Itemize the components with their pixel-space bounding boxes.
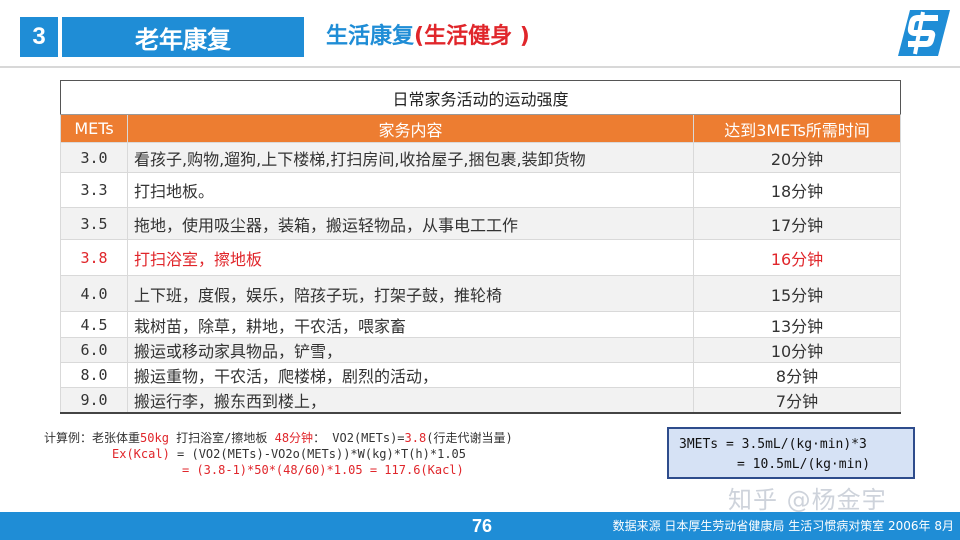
row-time: 17分钟 [692,207,902,240]
row-mets: 6.0 [60,337,128,363]
data-source: 数据来源 日本厚生劳动省健康局 生活习惯病对策室 2006年 8月 [612,519,954,533]
mets-table: 日常家务活动的运动强度 METs 家务内容 达到3METs所需时间 3.0 看孩… [59,80,902,414]
row-content: 看孩子,购物,遛狗,上下楼梯,打扫房间,收拾屋子,捆包裹,装卸货物 [127,142,694,173]
formula-line-2: = 10.5mL/(kg·min) [737,457,871,472]
row-content: 拖地，使用吸尘器，装箱，搬运轻物品，从事电工工作 [127,207,694,240]
calc-prefix: 计算例：老张体重 [44,431,141,445]
row-time: 13分钟 [692,311,902,338]
row-time: 10分钟 [692,337,902,363]
page-subtitle: 生活康复(生活健身 ) [326,20,530,54]
row-mets: 4.5 [60,311,128,338]
row-content: 搬运重物，干农活，爬楼梯，剧烈的活动， [127,362,694,388]
row-mets: 3.5 [60,207,128,240]
row-mets: 4.0 [60,275,128,312]
calc-duration: 48分钟 [274,431,314,445]
mets-formula-box: 3METs = 3.5mL/(kg·min)*3 = 10.5mL/(kg·mi… [667,427,915,479]
table-row: 4.5 栽树苗，除草，耕地，干农活，喂家畜 13分钟 [60,311,902,338]
calc-ex-label: Ex(Kcal) [112,447,170,461]
row-content: 栽树苗，除草，耕地，干农活，喂家畜 [127,311,694,338]
row-time: 18分钟 [692,172,902,208]
table-row: 3.3 打扫地板。 18分钟 [60,172,902,208]
row-content: 搬运或移动家具物品，铲雪， [127,337,694,363]
calc-line-1: 计算例：老张体重50kg 打扫浴室/擦地板 48分钟： VO2(METs)=3.… [44,430,513,446]
row-content: 搬运行李，搬东西到楼上， [127,387,694,414]
section-title: 老年康复 [62,17,304,57]
calc-note: (行走代谢当量) [426,431,513,445]
row-mets: 8.0 [60,362,128,388]
watermark: 知乎 @杨金宇 [728,486,887,514]
table-row: 6.0 搬运或移动家具物品，铲雪， 10分钟 [60,337,902,363]
row-time: 8分钟 [692,362,902,388]
row-time: 7分钟 [692,387,902,414]
calc-mets-value: 3.8 [404,431,427,445]
row-content: 打扫地板。 [127,172,694,208]
subtitle-main: 生活康复 [326,24,415,49]
row-content: 上下班，度假，娱乐，陪孩子玩，打架子鼓，推轮椅 [127,275,694,312]
header-content: 家务内容 [127,114,694,143]
calc-weight: 50kg [140,431,169,445]
calc-line-3: = (3.8-1)*50*(48/60)*1.05 = 117.6(Kacl) [182,463,464,477]
table-header-row: METs 家务内容 达到3METs所需时间 [60,114,902,143]
table-row: 4.0 上下班，度假，娱乐，陪孩子玩，打架子鼓，推轮椅 15分钟 [60,275,902,312]
subtitle-highlight: (生活健身 ) [414,24,530,49]
header-time: 达到3METs所需时间 [692,114,902,143]
row-time: 15分钟 [692,275,902,312]
row-mets: 9.0 [60,387,128,414]
row-mets: 3.8 [60,239,128,276]
section-number: 3 [20,17,58,57]
table-row: 3.0 看孩子,购物,遛狗,上下楼梯,打扫房间,收拾屋子,捆包裹,装卸货物 20… [60,142,902,173]
calc-line-2: Ex(Kcal) = (VO2(METs)-VO2o(METs))*W(kg)*… [44,446,513,462]
calc-formula: = (VO2(METs)-VO2o(METs))*W(kg)*T(h)*1.05 [169,447,467,461]
table-row-highlight: 3.8 打扫浴室，擦地板 16分钟 [60,239,902,276]
table-row: 8.0 搬运重物，干农活，爬楼梯，剧烈的活动， 8分钟 [60,362,902,388]
row-mets: 3.3 [60,172,128,208]
table-caption: 日常家务活动的运动强度 [59,80,902,115]
calc-activity: 打扫浴室/擦地板 [168,431,275,445]
header-divider [0,66,960,68]
table-row: 9.0 搬运行李，搬东西到楼上， 7分钟 [60,387,902,414]
row-time: 16分钟 [692,239,902,276]
table-row: 3.5 拖地，使用吸尘器，装箱，搬运轻物品，从事电工工作 17分钟 [60,207,902,240]
header-mets: METs [60,114,128,143]
row-content: 打扫浴室，擦地板 [127,239,694,276]
brand-logo-icon [898,10,950,56]
row-mets: 3.0 [60,142,128,173]
page-number: 76 [471,516,493,536]
formula-line-1: 3METs = 3.5mL/(kg·min)*3 [679,437,867,452]
row-time: 20分钟 [692,142,902,173]
calculation-example: 计算例：老张体重50kg 打扫浴室/擦地板 48分钟： VO2(METs)=3.… [44,430,513,478]
calc-vo2-label: ： VO2(METs)= [313,431,405,445]
